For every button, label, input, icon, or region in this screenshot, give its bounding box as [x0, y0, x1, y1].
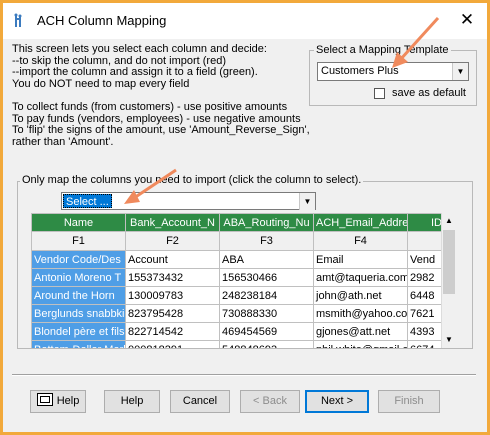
- help-icon-button[interactable]: Help: [30, 390, 86, 413]
- grid-cell[interactable]: 130009783: [125, 286, 220, 305]
- field-number-row[interactable]: F1 F2 F3 F4: [31, 231, 456, 251]
- close-button[interactable]: ✕: [453, 7, 481, 33]
- grid-cell[interactable]: Blondel père et fils: [31, 322, 126, 341]
- grid-vertical-scrollbar[interactable]: ▲ ▼: [441, 213, 456, 348]
- scroll-thumb[interactable]: [443, 230, 455, 294]
- instruction-line: To collect funds (from customers) - use …: [12, 100, 288, 113]
- instruction-line: This screen lets you select each column …: [12, 43, 267, 55]
- field-assignment-dropdown[interactable]: Select ... ▼: [61, 192, 316, 210]
- field-assignment-value: Select ...: [63, 194, 112, 208]
- grid-cell[interactable]: Email: [313, 250, 408, 269]
- help-book-icon: [36, 393, 53, 406]
- title-bar: ACH Column Mapping ✕: [3, 3, 487, 39]
- chevron-down-icon[interactable]: ▼: [299, 193, 315, 210]
- table-row[interactable]: Bottom-Dollar Mark000818291548848693phil…: [31, 340, 456, 348]
- grid-cell[interactable]: F4: [313, 231, 408, 251]
- save-as-default-label[interactable]: save as default: [392, 87, 466, 99]
- grid-cell[interactable]: 823795428: [125, 304, 220, 323]
- save-as-default-checkbox[interactable]: [374, 88, 385, 99]
- table-row[interactable]: Vendor Code/Des Account ABA Email Vend: [31, 250, 456, 269]
- next-button[interactable]: Next >: [305, 390, 369, 413]
- grid-cell[interactable]: F1: [31, 231, 126, 251]
- grid-cell[interactable]: Bottom-Dollar Mark: [31, 340, 126, 348]
- scroll-up-icon[interactable]: ▲: [442, 213, 456, 229]
- instruction-line: rather than 'Amount'.: [12, 135, 114, 148]
- close-icon: ✕: [459, 10, 475, 29]
- grid-cell[interactable]: amt@taqueria.com: [313, 268, 408, 287]
- scroll-down-icon[interactable]: ▼: [442, 332, 456, 348]
- column-mapping-legend: Only map the columns you need to import …: [20, 174, 364, 186]
- instruction-line: You do NOT need to map every field: [12, 77, 190, 90]
- instructions-text: This screen lets you select each column …: [12, 43, 310, 148]
- finish-button[interactable]: Finish: [378, 390, 440, 413]
- back-button[interactable]: < Back: [240, 390, 300, 413]
- grid-cell[interactable]: F3: [219, 231, 314, 251]
- grid-cell[interactable]: Account: [125, 250, 220, 269]
- mapping-template-legend: Select a Mapping Template: [314, 44, 451, 56]
- grid-cell[interactable]: Vendor Code/Des: [31, 250, 126, 269]
- grid-cell[interactable]: Bank_Account_N: [125, 213, 220, 232]
- grid-cell[interactable]: 469454569: [219, 322, 314, 341]
- grid-cell[interactable]: ABA: [219, 250, 314, 269]
- instruction-line: To 'flip' the signs of the amount, use '…: [12, 124, 310, 137]
- grid-cell[interactable]: Name: [31, 213, 126, 232]
- grid-cell[interactable]: 156530466: [219, 268, 314, 287]
- grid-cell[interactable]: 155373432: [125, 268, 220, 287]
- grid-cell[interactable]: phil.white@gmail.c: [313, 340, 408, 348]
- column-header-row[interactable]: Name Bank_Account_N ABA_Routing_Nu ACH_Emai…: [31, 213, 456, 232]
- import-preview-grid[interactable]: Name Bank_Account_N ABA_Routing_Nu ACH_Emai…: [31, 213, 456, 348]
- grid-cell[interactable]: 730888330: [219, 304, 314, 323]
- button-separator: [12, 374, 476, 376]
- grid-cell[interactable]: Around the Horn: [31, 286, 126, 305]
- table-row[interactable]: Antonio Moreno T 155373432 156530466 amt@ta…: [31, 268, 456, 287]
- grid-cell[interactable]: Antonio Moreno T: [31, 268, 126, 287]
- grid-cell[interactable]: ACH_Email_Addre: [313, 213, 408, 232]
- window-title: ACH Column Mapping: [37, 13, 167, 28]
- grid-cell[interactable]: john@ath.net: [313, 286, 408, 305]
- chevron-down-icon[interactable]: ▼: [452, 63, 468, 80]
- grid-cell[interactable]: gjones@att.net: [313, 322, 408, 341]
- mapping-template-value: Customers Plus: [321, 65, 399, 77]
- grid-cell[interactable]: ABA_Routing_Nu: [219, 213, 314, 232]
- table-row[interactable]: Around the Horn 130009783 248238184 john@at…: [31, 286, 456, 305]
- grid-cell[interactable]: msmith@yahoo.co: [313, 304, 408, 323]
- table-row[interactable]: Berglunds snabbki 823795428 730888330 msmit…: [31, 304, 456, 323]
- grid-cell[interactable]: 822714542: [125, 322, 220, 341]
- grid-cell[interactable]: 548848693: [219, 340, 314, 348]
- app-icon: [14, 13, 22, 27]
- table-row[interactable]: Blondel père et fils 822714542 469454569 gj…: [31, 322, 456, 341]
- help-button[interactable]: Help: [104, 390, 160, 413]
- grid-cell[interactable]: 248238184: [219, 286, 314, 305]
- cancel-button[interactable]: Cancel: [170, 390, 230, 413]
- mapping-template-dropdown[interactable]: Customers Plus ▼: [317, 62, 469, 81]
- grid-cell[interactable]: Berglunds snabbki: [31, 304, 126, 323]
- grid-cell[interactable]: 000818291: [125, 340, 220, 348]
- grid-cell[interactable]: F2: [125, 231, 220, 251]
